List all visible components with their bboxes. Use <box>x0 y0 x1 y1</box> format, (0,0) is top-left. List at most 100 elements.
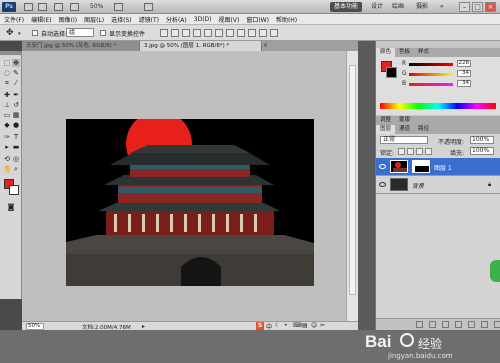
minimize-icon[interactable]: – <box>459 2 470 12</box>
dodge-tool-icon[interactable]: ● <box>12 121 20 129</box>
link-layers-icon[interactable] <box>416 321 423 328</box>
distribute-left-icon[interactable] <box>259 29 267 37</box>
move-tool-preset-icon[interactable]: ✥ <box>6 28 14 38</box>
menu-analysis[interactable]: 分析(A) <box>166 15 187 24</box>
align-top-icon[interactable] <box>160 29 168 37</box>
blend-mode-select[interactable]: 正常 <box>380 136 428 144</box>
tab-masks[interactable]: 蒙版 <box>395 116 414 125</box>
ime-punctuation-icon[interactable]: • <box>284 322 291 330</box>
clone-stamp-icon[interactable]: ⊥ <box>3 101 11 109</box>
workspace-painting-button[interactable]: 绘画 <box>388 2 408 12</box>
healing-brush-icon[interactable]: ✚ <box>3 91 11 99</box>
delete-layer-icon[interactable] <box>494 321 500 328</box>
ime-skin-icon[interactable]: ▤ <box>302 322 309 330</box>
ime-moon-icon[interactable]: ☾ <box>275 322 282 330</box>
close-icon[interactable]: × <box>485 2 496 12</box>
layer-name[interactable]: 图层 1 <box>434 163 452 172</box>
layer-mask-thumbnail[interactable] <box>412 160 430 173</box>
arrange-documents-icon[interactable] <box>114 3 123 11</box>
eye-icon[interactable] <box>379 164 386 169</box>
tab-adjustments[interactable]: 调整 <box>376 116 395 125</box>
bridge-icon[interactable] <box>24 3 33 11</box>
3d-orbit-icon[interactable]: ◎ <box>12 155 20 163</box>
align-bottom-icon[interactable] <box>182 29 190 37</box>
side-float-button[interactable] <box>490 260 500 282</box>
quick-select-tool-icon[interactable]: ✎ <box>12 69 20 77</box>
mini-bridge-icon[interactable] <box>38 3 47 11</box>
ime-user-icon[interactable]: ☺ <box>311 322 318 330</box>
document-image[interactable] <box>66 119 314 286</box>
layer-name[interactable]: 背景 <box>412 181 424 190</box>
chevron-down-icon[interactable]: ▾ <box>18 31 21 37</box>
path-select-icon[interactable]: ▸ <box>3 143 11 151</box>
show-transform-checkbox[interactable] <box>100 30 106 36</box>
tab-channels[interactable]: 通道 <box>395 125 414 134</box>
hand-tool-icon[interactable]: ✋ <box>3 165 12 173</box>
tab-close-icon[interactable]: × <box>263 42 268 49</box>
blur-tool-icon[interactable]: ◆ <box>3 121 11 129</box>
brush-tool-icon[interactable]: ✒ <box>12 91 20 99</box>
color-spectrum-bar[interactable] <box>380 103 496 109</box>
distribute-top-icon[interactable] <box>226 29 234 37</box>
more-workspaces-button[interactable]: » <box>436 2 448 12</box>
auto-select-checkbox[interactable] <box>32 30 38 36</box>
history-brush-icon[interactable]: ↺ <box>12 101 20 109</box>
menu-select[interactable]: 选择(S) <box>111 15 132 24</box>
hand-tool-icon[interactable] <box>70 3 79 11</box>
ime-keyboard-icon[interactable]: ⌨ <box>293 322 302 330</box>
fill-field[interactable]: 100% <box>470 147 494 155</box>
adjustment-layer-icon[interactable] <box>455 321 462 328</box>
align-middle-icon[interactable] <box>171 29 179 37</box>
quick-mask-icon[interactable]: ◙ <box>7 203 15 211</box>
layer-row-selected[interactable]: 图层 1 <box>376 158 500 176</box>
type-tool-icon[interactable]: T <box>12 133 20 141</box>
align-center-icon[interactable] <box>204 29 212 37</box>
new-group-icon[interactable] <box>468 321 475 328</box>
zoom-tool-icon[interactable]: ⌕ <box>12 165 20 173</box>
marquee-tool-icon[interactable]: ⬚ <box>3 59 11 67</box>
bg-color-swatch[interactable] <box>386 67 397 78</box>
tab-swatches[interactable]: 色板 <box>395 48 414 57</box>
layer-style-icon[interactable] <box>429 321 436 328</box>
ime-tools-icon[interactable]: ✂ <box>320 322 327 330</box>
scroll-thumb[interactable] <box>349 65 356 295</box>
pen-tool-icon[interactable]: ✑ <box>3 133 11 141</box>
tab-document-2[interactable]: 3.jpg @ 50% (图层 1, RGB/8*) * <box>140 41 262 51</box>
lasso-tool-icon[interactable]: ◌ <box>3 69 11 77</box>
r-value-field[interactable]: 228 <box>457 60 471 67</box>
ime-chinese-icon[interactable]: 中 <box>266 322 273 331</box>
lock-image-icon[interactable] <box>407 148 414 155</box>
menu-view[interactable]: 视图(V) <box>219 15 240 24</box>
lock-position-icon[interactable] <box>416 148 423 155</box>
auto-select-dropdown[interactable]: 组 <box>66 28 94 37</box>
eye-icon[interactable] <box>379 182 386 187</box>
menu-3d[interactable]: 3D(D) <box>194 16 212 23</box>
lock-all-icon[interactable] <box>425 148 432 155</box>
workspace-design-button[interactable]: 设计 <box>367 2 387 12</box>
extras-icon[interactable] <box>54 3 63 11</box>
align-left-icon[interactable] <box>193 29 201 37</box>
distribute-right-icon[interactable] <box>270 29 278 37</box>
align-right-icon[interactable] <box>215 29 223 37</box>
toolbox-grip[interactable] <box>0 51 22 55</box>
shape-tool-icon[interactable]: ▬ <box>12 143 20 151</box>
menu-help[interactable]: 帮助(H) <box>276 15 297 24</box>
tab-color[interactable]: 颜色 <box>376 48 396 57</box>
sogou-icon[interactable]: S <box>256 322 264 330</box>
distribute-bottom-icon[interactable] <box>248 29 256 37</box>
background-color-swatch[interactable] <box>9 185 19 195</box>
distribute-middle-icon[interactable] <box>237 29 245 37</box>
eraser-tool-icon[interactable]: ▭ <box>3 111 11 119</box>
g-value-field[interactable]: 34 <box>457 70 471 77</box>
new-layer-icon[interactable] <box>481 321 488 328</box>
b-value-field[interactable]: 34 <box>457 80 471 87</box>
lock-transparency-icon[interactable] <box>398 148 405 155</box>
menu-window[interactable]: 窗口(W) <box>246 15 269 24</box>
eyedropper-tool-icon[interactable]: ⁄ <box>12 79 20 87</box>
tab-document-1[interactable]: 天安门.jpg @ 50% (灰色, RGB/8) * <box>22 41 140 51</box>
opacity-field[interactable]: 100% <box>470 136 494 144</box>
menu-image[interactable]: 图像(I) <box>59 15 77 24</box>
r-slider-track[interactable] <box>409 63 453 66</box>
g-slider-track[interactable] <box>409 73 453 76</box>
status-zoom-field[interactable]: 50% <box>26 323 44 330</box>
